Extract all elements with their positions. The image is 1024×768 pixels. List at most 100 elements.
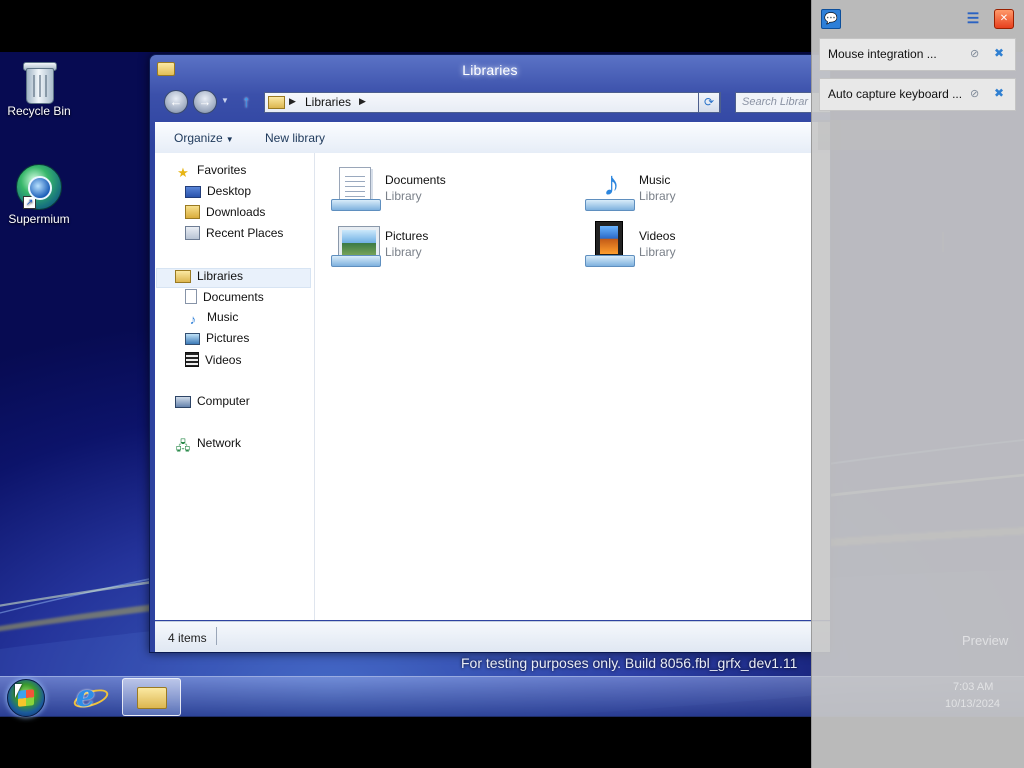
forward-button[interactable]: → (193, 90, 217, 114)
chat-bubble-icon[interactable]: 💬 (821, 9, 841, 29)
nav-label: Favorites (197, 163, 247, 177)
refresh-button[interactable]: ⟳ (698, 92, 720, 113)
nav-item-music[interactable]: ♪ Music (185, 310, 239, 330)
nav-label: Recent Places (206, 226, 284, 240)
breadcrumb-libraries[interactable]: Libraries (305, 95, 351, 109)
panel-settings-icon[interactable]: ☰ (964, 9, 982, 27)
libraries-icon (268, 96, 285, 109)
panel-close-icon[interactable]: ✕ (994, 9, 1014, 29)
notification-card[interactable]: Mouse integration ... ⊘ ✖ (819, 38, 1016, 71)
status-divider (216, 627, 217, 645)
nav-item-downloads[interactable]: Downloads (185, 205, 265, 225)
ghost-clock-time: 7:03 AM (953, 681, 994, 693)
notification-text: Auto capture keyboard ... (828, 87, 963, 101)
nav-favorites[interactable]: ★ Favorites (175, 163, 246, 183)
nav-libraries[interactable]: Libraries (156, 268, 311, 288)
nav-label: Downloads (206, 205, 266, 219)
notification-card[interactable]: Auto capture keyboard ... ⊘ ✖ (819, 78, 1016, 111)
shortcut-arrow-icon: ↗ (23, 196, 36, 209)
chevron-right-icon[interactable]: ▶ (359, 96, 366, 107)
star-icon: ★ (177, 165, 189, 180)
navigation-pane: ★ Favorites Desktop Downloads Recent Plac… (155, 153, 315, 620)
organize-button[interactable]: Organize ▼ (174, 131, 234, 145)
tile-name: Music (639, 173, 671, 187)
music-note-icon: ♪ (189, 312, 197, 327)
desktop-icon-supermium[interactable]: ↗ Supermium (1, 164, 77, 226)
internet-explorer-taskbar-icon[interactable]: e (71, 679, 111, 714)
start-button[interactable] (7, 679, 45, 717)
mute-notification-icon[interactable]: ⊘ (970, 87, 979, 100)
nav-computer[interactable]: Computer (175, 394, 250, 414)
nav-label: Pictures (206, 331, 250, 345)
content-area: ★ Favorites Desktop Downloads Recent Plac… (155, 153, 830, 620)
nav-label: Music (207, 310, 239, 324)
address-bar[interactable]: ▶ Libraries ▶ ▼ (264, 92, 721, 113)
status-bar: 4 items (155, 621, 830, 652)
music-library-icon: ♪ (585, 165, 635, 211)
search-placeholder: Search Librar (742, 96, 809, 108)
explorer-window: Libraries ← → ▼ ↑ ▶ Libraries ▶ ▼ ⟳ Sear… (149, 54, 831, 653)
pictures-library-icon (331, 221, 381, 267)
desktop-icon (185, 186, 201, 198)
chevron-down-icon: ▼ (225, 135, 234, 144)
ghost-toolbar (818, 120, 940, 150)
title-bar[interactable]: Libraries (150, 55, 830, 85)
tile-type: Library (385, 245, 422, 259)
explorer-taskbar-button[interactable] (122, 678, 181, 716)
back-button[interactable]: ← (164, 90, 188, 114)
build-watermark: For testing purposes only. Build 8056.fb… (461, 655, 798, 671)
computer-icon (175, 396, 191, 408)
nav-item-desktop[interactable]: Desktop (185, 184, 251, 204)
dismiss-notification-icon[interactable]: ✖ (994, 86, 1004, 100)
tile-name: Pictures (385, 229, 429, 243)
item-count: 4 items (168, 631, 207, 645)
ghost-clock-date: 10/13/2024 (945, 698, 1001, 710)
nav-label: Libraries (197, 269, 244, 283)
downloads-icon (185, 205, 200, 219)
nav-item-recent-places[interactable]: Recent Places (185, 226, 283, 246)
navigation-bar: ← → ▼ ↑ ▶ Libraries ▶ ▼ ⟳ Search Librar (150, 88, 830, 118)
nav-label: Desktop (207, 184, 252, 198)
desktop-icon-recycle-bin[interactable]: Recycle Bin (1, 60, 77, 118)
tile-type: Library (385, 189, 422, 203)
mute-notification-icon[interactable]: ⊘ (970, 47, 979, 60)
nav-label: Videos (205, 353, 242, 367)
window-title: Libraries (462, 62, 518, 78)
library-tile-documents[interactable]: Documents Library (331, 163, 571, 213)
new-library-button[interactable]: New library (265, 131, 325, 145)
nav-label: Documents (203, 290, 264, 304)
library-tile-music[interactable]: ♪ Music Library (585, 163, 825, 213)
up-arrow-icon[interactable]: ↑ (242, 92, 251, 112)
chevron-right-icon[interactable]: ▶ (289, 96, 296, 107)
tile-name: Videos (639, 229, 676, 243)
nav-item-pictures[interactable]: Pictures (185, 331, 249, 351)
ghost-text-preview: Preview (962, 633, 1009, 648)
videos-library-icon (585, 221, 635, 267)
desktop-icon-label: Recycle Bin (7, 104, 71, 118)
documents-library-icon (331, 165, 381, 211)
library-tile-pictures[interactable]: Pictures Library (331, 219, 571, 269)
organize-label: Organize (174, 131, 223, 145)
supermium-browser-icon: ↗ (16, 164, 62, 210)
nav-label: Computer (197, 394, 250, 408)
mouse-cursor-icon (15, 684, 22, 698)
nav-network[interactable]: 🖧 Network (175, 436, 241, 456)
tile-name: Documents (385, 173, 446, 187)
film-strip-icon (185, 352, 199, 367)
nav-item-videos[interactable]: Videos (185, 352, 241, 372)
network-icon: 🖧 (175, 438, 191, 453)
notification-text: Mouse integration ... (828, 47, 937, 61)
recent-places-icon (185, 226, 200, 240)
library-tile-videos[interactable]: Videos Library (585, 219, 825, 269)
nav-item-documents[interactable]: Documents (185, 289, 264, 309)
recycle-bin-icon (22, 60, 57, 104)
desktop-icon-label: Supermium (8, 212, 70, 226)
recent-pages-dropdown[interactable]: ▼ (221, 96, 229, 105)
dismiss-notification-icon[interactable]: ✖ (994, 46, 1004, 60)
tile-type: Library (639, 245, 676, 259)
tile-type: Library (639, 189, 676, 203)
vm-side-panel: Preview 7:03 AM 10/13/2024 💬 ☰ ✕ Mouse i… (811, 0, 1024, 768)
nav-label: Network (197, 436, 242, 450)
libraries-icon (175, 270, 191, 283)
command-bar: Organize ▼ New library (155, 122, 830, 154)
